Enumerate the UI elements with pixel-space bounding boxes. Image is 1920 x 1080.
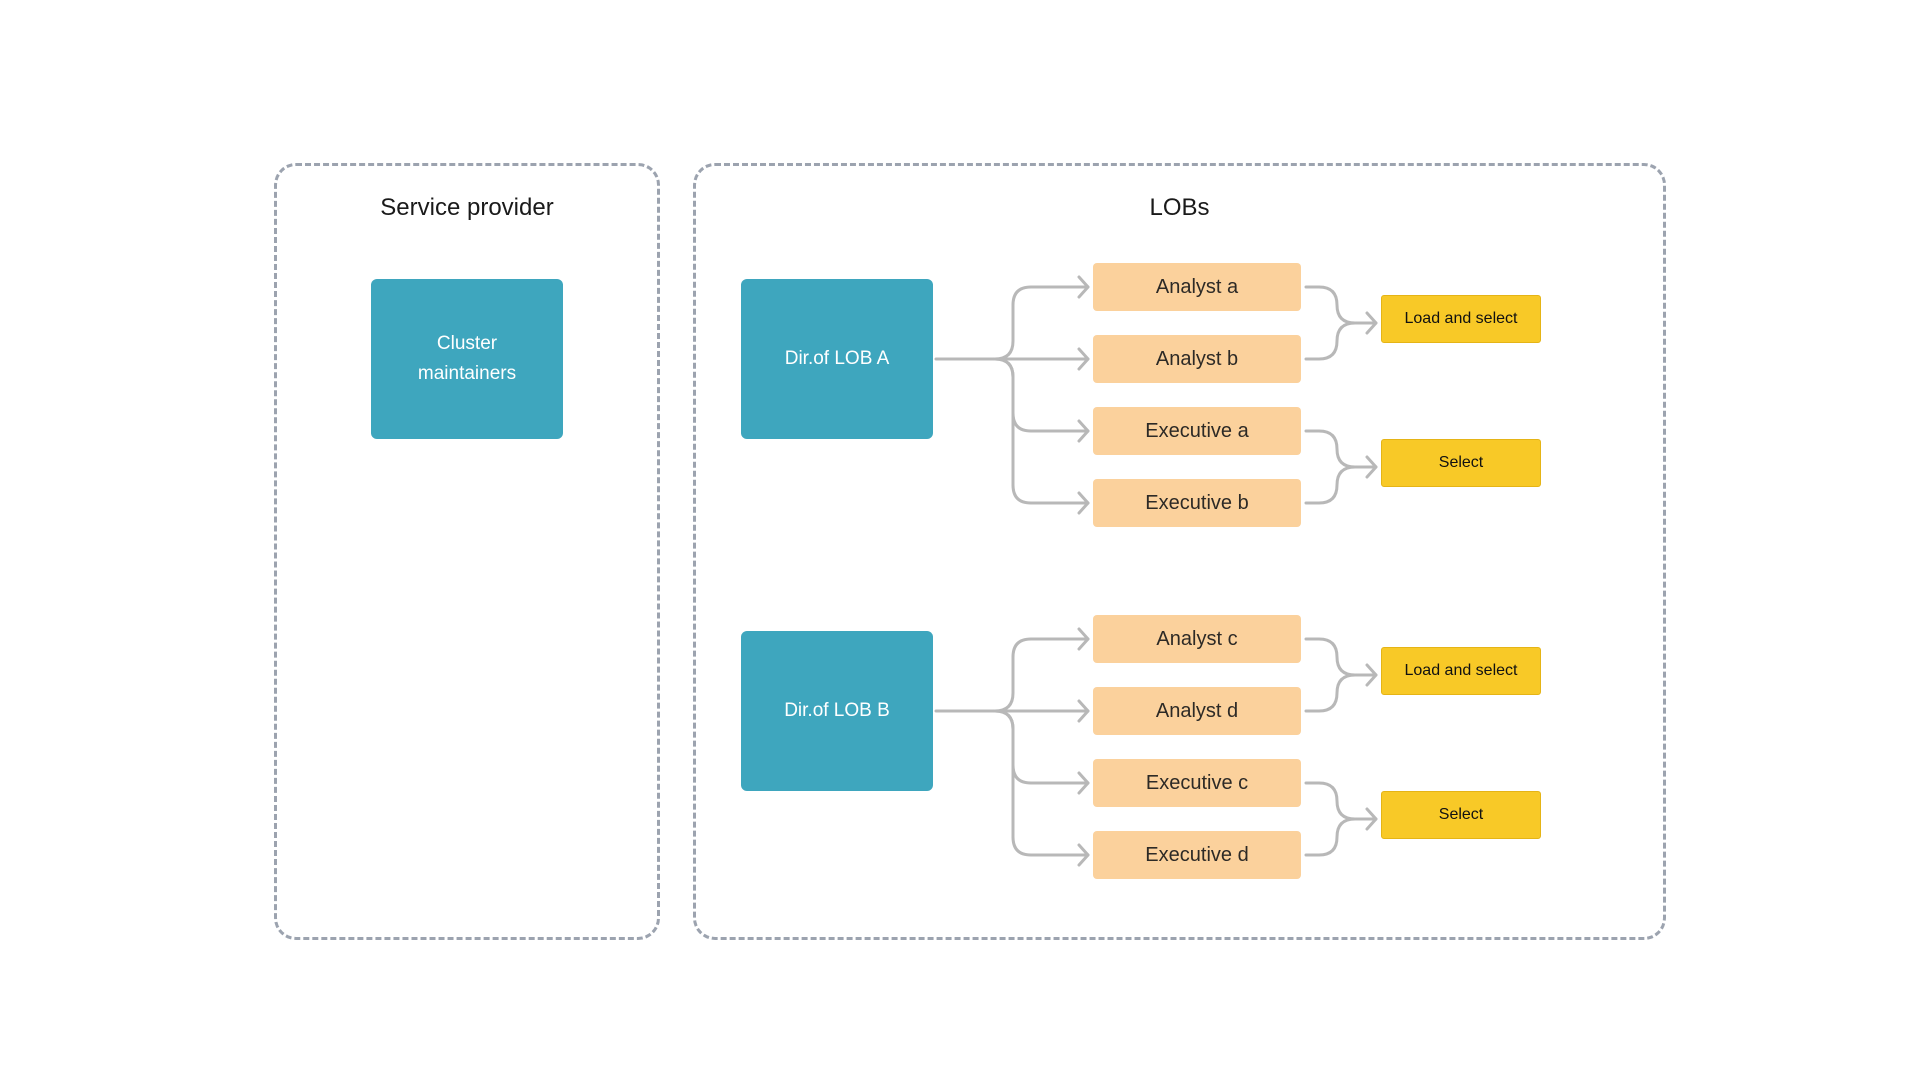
role-node[interactable]: Analyst a <box>1093 263 1301 311</box>
role-node[interactable]: Executive b <box>1093 479 1301 527</box>
role-label: Executive c <box>1145 771 1249 794</box>
director-lob-a-node[interactable]: Dir.of LOB A <box>741 279 933 439</box>
director-lob-a-label: Dir.of LOB A <box>784 348 890 369</box>
action-label: Load and select <box>1404 662 1518 679</box>
role-label: Executive b <box>1145 491 1249 514</box>
action-label: Select <box>1438 454 1484 471</box>
role-label: Analyst b <box>1155 347 1239 370</box>
action-load-and-select-a[interactable]: Load and select <box>1381 295 1541 343</box>
role-label: Analyst c <box>1156 627 1238 650</box>
role-node[interactable]: Analyst d <box>1093 687 1301 735</box>
lobs-title: LOBs <box>1149 194 1210 221</box>
action-label: Load and select <box>1404 310 1518 327</box>
director-lob-b-node[interactable]: Dir.of LOB B <box>741 631 933 791</box>
action-label: Select <box>1438 806 1484 823</box>
role-node[interactable]: Analyst b <box>1093 335 1301 383</box>
role-label: Executive d <box>1145 843 1249 866</box>
cluster-maintainers-label: Cluster maintainers <box>417 333 517 384</box>
cluster-maintainers-node[interactable]: Cluster maintainers <box>371 279 563 439</box>
role-label: Executive a <box>1145 419 1249 442</box>
director-lob-b-label: Dir.of LOB B <box>784 700 890 721</box>
service-provider-title: Service provider <box>380 194 554 221</box>
action-load-and-select-b[interactable]: Load and select <box>1381 647 1541 695</box>
role-node[interactable]: Executive a <box>1093 407 1301 455</box>
action-select-b[interactable]: Select <box>1381 791 1541 839</box>
role-node[interactable]: Executive d <box>1093 831 1301 879</box>
role-label: Analyst a <box>1155 275 1239 298</box>
role-node[interactable]: Executive c <box>1093 759 1301 807</box>
role-node[interactable]: Analyst c <box>1093 615 1301 663</box>
action-select-a[interactable]: Select <box>1381 439 1541 487</box>
role-label: Analyst d <box>1155 699 1239 722</box>
